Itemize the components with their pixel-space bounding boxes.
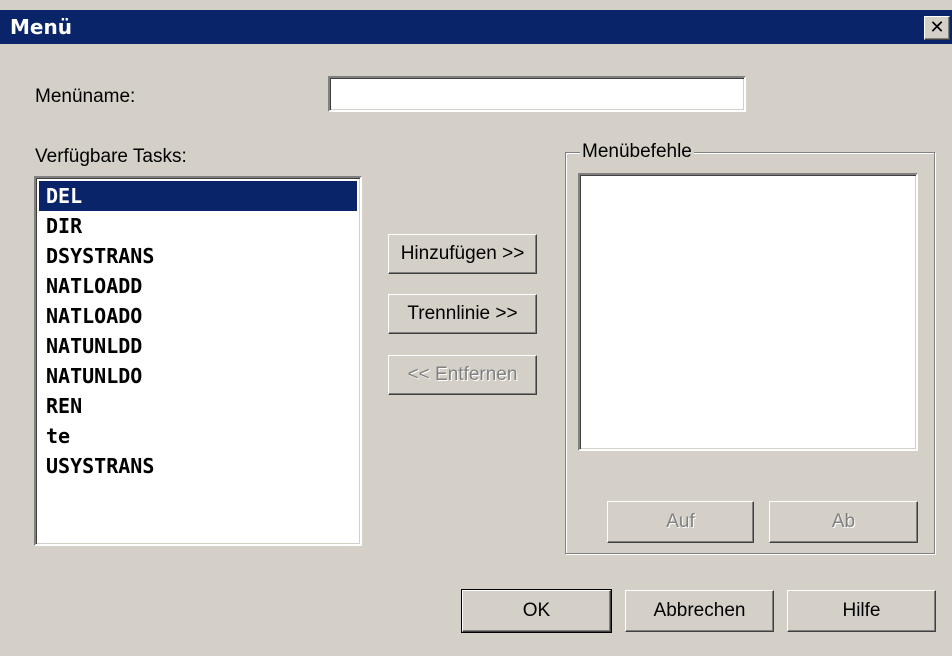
title-bar: Menü ✕: [0, 10, 952, 44]
add-button[interactable]: Hinzufügen >>: [388, 234, 537, 274]
ok-button[interactable]: OK: [461, 589, 612, 633]
task-list-item[interactable]: DEL: [39, 181, 357, 211]
close-button[interactable]: ✕: [924, 16, 950, 40]
available-tasks-label: Verfügbare Tasks:: [35, 146, 187, 167]
menuname-input[interactable]: [328, 76, 746, 112]
remove-button[interactable]: << Entfernen: [388, 355, 537, 395]
task-list: DEL DIR DSYSTRANS NATLOADD NATLOADO NATUNLDD N…: [39, 181, 357, 481]
window-title: Menü: [10, 15, 72, 39]
task-list-item[interactable]: DSYSTRANS: [39, 241, 357, 271]
down-button[interactable]: Ab: [769, 501, 918, 543]
task-list-item[interactable]: DIR: [39, 211, 357, 241]
task-list-item[interactable]: USYSTRANS: [39, 451, 357, 481]
cancel-button[interactable]: Abbrechen: [625, 590, 774, 632]
available-tasks-listbox[interactable]: DEL DIR DSYSTRANS NATLOADD NATLOADO NATUNLDD N…: [34, 176, 362, 546]
task-list-item[interactable]: NATUNLDO: [39, 361, 357, 391]
task-list-item[interactable]: NATUNLDD: [39, 331, 357, 361]
close-icon: ✕: [929, 17, 945, 38]
task-list-item[interactable]: te: [39, 421, 357, 451]
menu-commands-listbox[interactable]: [578, 173, 918, 451]
menu-commands-label: Menübefehle: [580, 141, 694, 163]
task-list-item[interactable]: NATLOADD: [39, 271, 357, 301]
help-button[interactable]: Hilfe: [787, 590, 936, 632]
menuname-label: Menüname:: [35, 86, 136, 107]
task-list-item[interactable]: REN: [39, 391, 357, 421]
menu-dialog: Menü ✕ Menüname: Verfügbare Tasks: DEL DI…: [0, 0, 952, 656]
up-button[interactable]: Auf: [607, 501, 754, 543]
task-list-item[interactable]: NATLOADO: [39, 301, 357, 331]
separator-button[interactable]: Trennlinie >>: [388, 294, 537, 334]
